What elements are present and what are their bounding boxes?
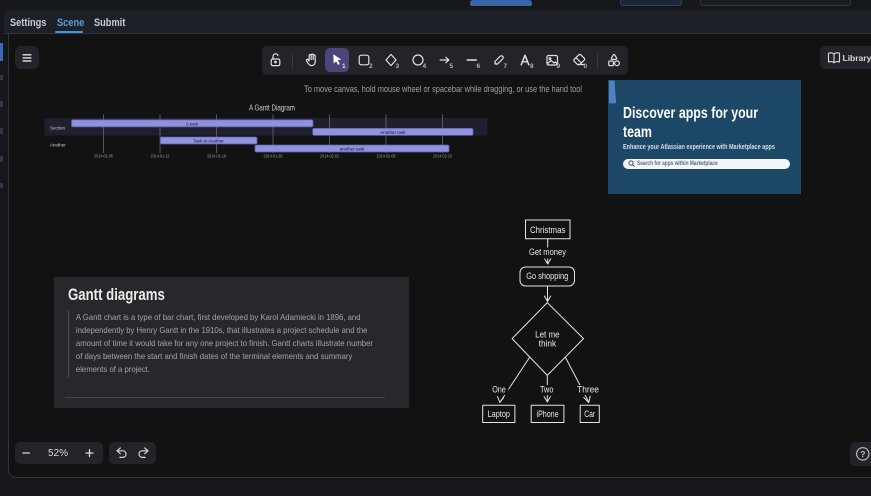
svg-text:?: ? (860, 449, 865, 459)
svg-text:Task in Another: Task in Another (193, 139, 224, 144)
svg-text:2014-01-05: 2014-01-05 (94, 154, 114, 159)
svg-text:iPhone: iPhone (537, 409, 559, 419)
svg-text:Section: Section (50, 126, 66, 131)
svg-text:2014-01-19: 2014-01-19 (207, 154, 227, 159)
svg-text:Another: Another (50, 143, 66, 148)
svg-text:A Gantt Diagram: A Gantt Diagram (249, 103, 295, 113)
svg-text:2014-01-12: 2014-01-12 (151, 154, 171, 159)
svg-text:Laptop: Laptop (488, 409, 510, 419)
svg-text:2014-02-02: 2014-02-02 (320, 154, 340, 159)
svg-text:think: think (539, 339, 557, 349)
svg-text:2014-01-26: 2014-01-26 (264, 154, 284, 159)
svg-text:One: One (492, 385, 506, 395)
svg-text:Get money: Get money (529, 247, 566, 257)
svg-text:2014-02-09: 2014-02-09 (377, 154, 397, 159)
svg-text:Christmas: Christmas (530, 225, 566, 235)
svg-text:another task: another task (340, 147, 366, 152)
svg-text:Three: Three (577, 385, 599, 395)
svg-text:Car: Car (584, 409, 595, 419)
svg-text:Go shopping: Go shopping (526, 271, 568, 281)
svg-text:2014-02-16: 2014-02-16 (433, 154, 453, 159)
svg-text:A task: A task (186, 121, 199, 126)
svg-text:Two: Two (540, 385, 554, 395)
svg-text:Another task: Another task (380, 130, 406, 135)
